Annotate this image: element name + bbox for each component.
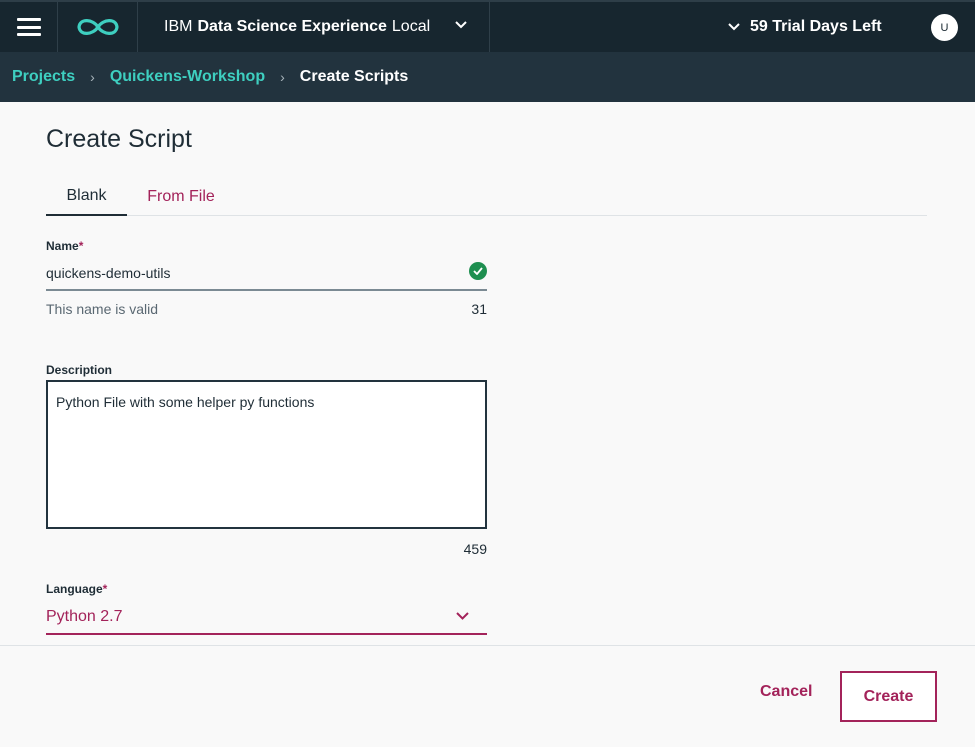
name-label-text: Name bbox=[46, 239, 79, 253]
language-select[interactable]: Python 2.7 bbox=[46, 602, 487, 635]
description-field: Python File with some helper py function… bbox=[46, 380, 487, 529]
language-label: Language* bbox=[46, 582, 107, 596]
hamburger-icon bbox=[16, 18, 41, 36]
name-input[interactable] bbox=[46, 261, 456, 285]
chevron-right-icon: › bbox=[90, 69, 95, 85]
language-label-text: Language bbox=[46, 582, 103, 596]
product-name: Data Science Experience bbox=[197, 18, 387, 35]
tab-from-file[interactable]: From File bbox=[138, 178, 224, 216]
tab-blank[interactable]: Blank bbox=[46, 178, 127, 216]
create-script-panel: Create Script Blank From File Name* This… bbox=[0, 102, 975, 747]
required-asterisk: * bbox=[102, 582, 108, 596]
breadcrumb-project-link[interactable]: Quickens-Workshop bbox=[110, 68, 265, 86]
product-edition: Local bbox=[391, 18, 431, 35]
name-char-count: 31 bbox=[471, 301, 487, 317]
description-textarea[interactable]: Python File with some helper py function… bbox=[48, 382, 485, 527]
trial-days-label: 59 Trial Days Left bbox=[750, 18, 882, 35]
description-label: Description bbox=[46, 363, 113, 377]
chevron-down-icon bbox=[728, 23, 740, 31]
breadcrumb-projects-link[interactable]: Projects bbox=[12, 68, 75, 86]
breadcrumb: Projects › Quickens-Workshop › Create Sc… bbox=[0, 52, 975, 102]
hamburger-menu-button[interactable] bbox=[0, 2, 58, 52]
infinity-logo-icon bbox=[76, 19, 119, 35]
source-tabs: Blank From File bbox=[46, 178, 927, 216]
brand-name: IBM bbox=[164, 18, 193, 35]
required-asterisk: * bbox=[78, 239, 84, 253]
create-button[interactable]: Create bbox=[840, 671, 937, 722]
page-title: Create Script bbox=[46, 125, 192, 153]
chevron-down-icon bbox=[455, 21, 467, 29]
user-avatar[interactable]: U bbox=[931, 14, 958, 41]
language-selected-value: Python 2.7 bbox=[46, 608, 123, 625]
name-label: Name* bbox=[46, 239, 83, 253]
product-switcher[interactable]: IBM Data Science Experience Local bbox=[138, 2, 490, 52]
cancel-button[interactable]: Cancel bbox=[760, 683, 812, 701]
chevron-down-icon bbox=[456, 612, 469, 620]
top-navigation-bar: IBM Data Science Experience Local 59 Tri… bbox=[0, 0, 975, 52]
name-field bbox=[46, 258, 487, 291]
description-char-count: 459 bbox=[463, 541, 487, 557]
dsx-logo[interactable] bbox=[58, 2, 138, 52]
checkmark-icon bbox=[469, 262, 487, 280]
trial-days-dropdown[interactable]: 59 Trial Days Left bbox=[728, 2, 882, 52]
breadcrumb-current: Create Scripts bbox=[299, 68, 409, 85]
name-validation-message: This name is valid bbox=[46, 301, 159, 317]
chevron-right-icon: › bbox=[280, 69, 285, 85]
form-footer: Cancel Create bbox=[0, 645, 975, 747]
